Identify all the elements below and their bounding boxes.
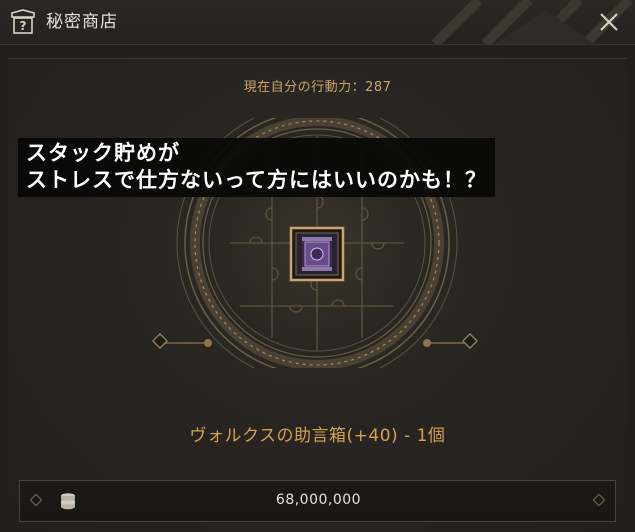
- shop-icon-glyph: ?: [20, 19, 27, 33]
- price-bar[interactable]: 68,000,000: [19, 480, 616, 522]
- shop-question-icon: ?: [11, 9, 35, 34]
- price-value: 68,000,000: [275, 492, 362, 508]
- left-diamond-ornament: [152, 333, 168, 349]
- secret-shop-window: ? 秘密商店 現在自分の行動力：287 スタック貯めが ストレスで仕方ないって方…: [0, 0, 635, 532]
- overlay-caption-line-1: スタック貯めが: [26, 141, 180, 165]
- right-diamond-ornament: [462, 333, 478, 349]
- item-name: ヴォルクスの助言箱(+40) - 1個: [189, 426, 446, 446]
- diamond-ornament-right: [593, 494, 605, 506]
- window-header: ? 秘密商店: [0, 0, 635, 45]
- window-title: 秘密商店: [46, 12, 118, 32]
- close-button[interactable]: [597, 10, 621, 34]
- overlay-caption: スタック貯めが ストレスで仕方ないって方にはいいのかも！？: [18, 138, 495, 197]
- close-icon: [600, 13, 618, 31]
- overlay-caption-line-2: ストレスで仕方ないって方にはいいのかも！？: [26, 168, 487, 192]
- action-power-label: 現在自分の行動力：287: [243, 80, 392, 95]
- scroll-box-icon: [302, 237, 332, 271]
